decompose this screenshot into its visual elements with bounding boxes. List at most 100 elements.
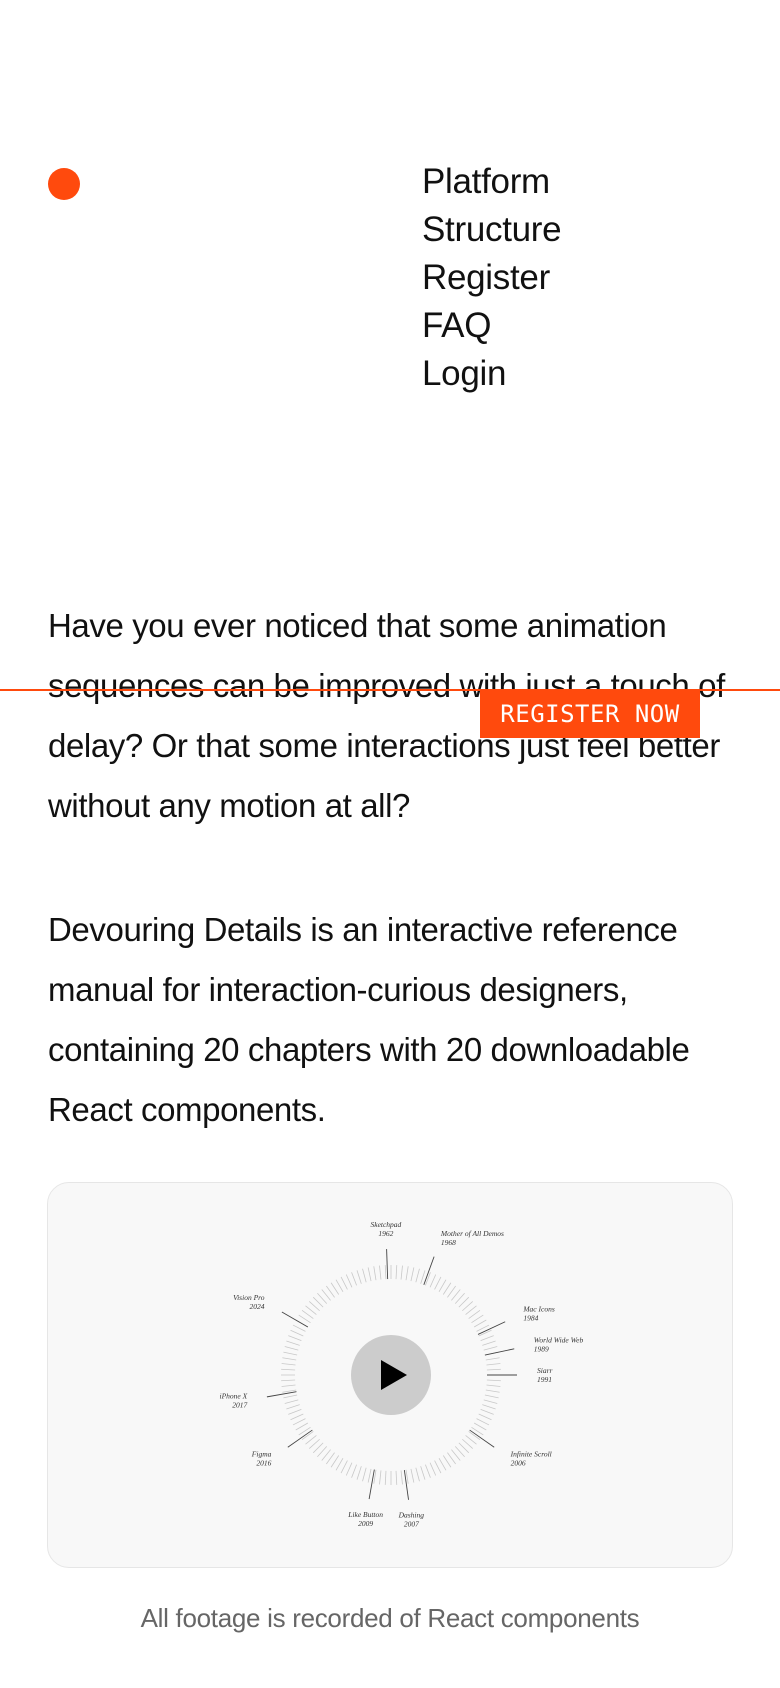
timeline-tick bbox=[321, 1449, 331, 1461]
timeline-event-marker bbox=[484, 1348, 515, 1356]
register-now-button[interactable]: REGISTER NOW bbox=[480, 691, 700, 738]
timeline-event-year: 2007 bbox=[404, 1520, 419, 1529]
timeline-tick bbox=[335, 1279, 344, 1293]
timeline-tick bbox=[379, 1470, 382, 1485]
timeline-tick bbox=[321, 1289, 331, 1301]
timeline-tick bbox=[447, 1285, 456, 1298]
timeline-tick bbox=[335, 1457, 344, 1471]
timeline-tick bbox=[451, 1289, 461, 1301]
nav-item-faq[interactable]: FAQ bbox=[422, 302, 561, 350]
timeline-tick bbox=[476, 1418, 490, 1426]
timeline-tick bbox=[482, 1340, 496, 1346]
timeline-tick bbox=[442, 1282, 452, 1295]
timeline-tick bbox=[442, 1455, 452, 1468]
timeline-tick bbox=[281, 1379, 296, 1382]
timeline-tick bbox=[290, 1329, 304, 1337]
timeline-tick bbox=[308, 1301, 320, 1312]
timeline-tick bbox=[400, 1265, 403, 1280]
timeline-tick bbox=[288, 1335, 302, 1341]
timeline-tick bbox=[326, 1452, 335, 1465]
timeline-tick bbox=[340, 1460, 348, 1474]
timeline-tick bbox=[340, 1276, 348, 1290]
timeline-tick bbox=[473, 1422, 487, 1431]
timeline-tick bbox=[384, 1265, 387, 1280]
timeline-tick bbox=[379, 1265, 382, 1280]
timeline-event-name: Dashing bbox=[398, 1511, 425, 1520]
timeline-event-name: World Wide Web bbox=[534, 1336, 584, 1345]
nav-item-structure[interactable]: Structure bbox=[422, 206, 562, 254]
timeline-tick bbox=[465, 1305, 477, 1315]
timeline-tick bbox=[395, 1470, 398, 1485]
logo-dot-icon[interactable] bbox=[48, 168, 80, 200]
timeline-event-name: Sketchpad bbox=[370, 1220, 401, 1229]
timeline-tick bbox=[483, 1346, 498, 1351]
timeline-tick bbox=[281, 1384, 296, 1387]
timeline-tick bbox=[486, 1363, 501, 1366]
timeline-tick bbox=[286, 1404, 300, 1410]
timeline-event-name: Mother of All Demos bbox=[440, 1229, 504, 1238]
timeline-event-year: 2016 bbox=[256, 1459, 271, 1468]
timeline-tick bbox=[425, 1464, 431, 1478]
timeline-event-year: 1991 bbox=[537, 1375, 552, 1384]
timeline-tick bbox=[485, 1357, 500, 1361]
timeline-tick bbox=[454, 1446, 465, 1458]
timeline-tick bbox=[451, 1449, 461, 1461]
play-icon bbox=[381, 1360, 407, 1390]
timeline-event-year: 1962 bbox=[378, 1229, 393, 1238]
timeline-event-year: 2024 bbox=[250, 1302, 265, 1311]
timeline-event-name: Siarr bbox=[537, 1366, 553, 1375]
video-player[interactable]: Sketchpad 1962 Mother of All Demos 1968 Mac … bbox=[47, 1182, 733, 1568]
timeline-tick bbox=[326, 1285, 335, 1298]
timeline-tick bbox=[345, 1462, 353, 1476]
timeline-tick bbox=[292, 1418, 306, 1426]
timeline-tick bbox=[301, 1310, 314, 1319]
timeline-tick bbox=[458, 1442, 470, 1454]
timeline-tick bbox=[373, 1266, 377, 1281]
timeline-tick bbox=[486, 1384, 501, 1387]
timeline-tick bbox=[438, 1279, 447, 1293]
timeline-tick bbox=[330, 1282, 340, 1295]
timeline-tick bbox=[471, 1314, 484, 1324]
timeline-tick bbox=[484, 1394, 499, 1399]
timeline-event-name: Like Button bbox=[347, 1510, 383, 1519]
timeline-event-marker bbox=[287, 1429, 313, 1448]
nav-item-register[interactable]: Register bbox=[422, 254, 561, 302]
timeline-tick bbox=[468, 1310, 481, 1319]
timeline-tick bbox=[486, 1379, 501, 1382]
timeline-event-name: iPhone X bbox=[220, 1391, 248, 1400]
timeline-event-year: 2006 bbox=[511, 1459, 526, 1468]
timeline-tick bbox=[473, 1319, 487, 1328]
timeline-tick bbox=[284, 1399, 299, 1404]
timeline-tick bbox=[468, 1431, 481, 1440]
timeline-tick bbox=[351, 1272, 357, 1286]
timeline-tick bbox=[454, 1292, 465, 1304]
timeline-event-year: 1989 bbox=[534, 1345, 549, 1354]
nav-item-platform[interactable]: Platform bbox=[422, 158, 561, 206]
timeline-tick bbox=[447, 1452, 456, 1465]
timeline-tick bbox=[290, 1413, 304, 1421]
timeline-tick bbox=[367, 1267, 372, 1282]
timeline-tick bbox=[429, 1274, 437, 1288]
timeline-tick bbox=[405, 1266, 409, 1281]
timeline-tick bbox=[305, 1305, 317, 1315]
timeline-tick bbox=[478, 1413, 492, 1421]
timeline-tick bbox=[462, 1438, 474, 1449]
timeline-tick bbox=[420, 1270, 426, 1284]
timeline-tick bbox=[458, 1296, 470, 1308]
timeline-tick bbox=[420, 1466, 426, 1480]
timeline-tick bbox=[400, 1470, 403, 1485]
play-button[interactable] bbox=[351, 1335, 431, 1415]
nav-item-login[interactable]: Login bbox=[422, 350, 561, 398]
timeline-tick bbox=[480, 1409, 494, 1415]
timeline-tick bbox=[483, 1399, 498, 1404]
timeline-tick bbox=[284, 1346, 299, 1351]
timeline-tick bbox=[330, 1455, 340, 1468]
timeline-tick bbox=[312, 1442, 324, 1454]
timeline-event-marker bbox=[469, 1429, 495, 1448]
timeline-tick bbox=[362, 1467, 367, 1482]
timeline-tick bbox=[410, 1468, 415, 1483]
timeline-event-marker bbox=[281, 1311, 309, 1328]
timeline-event-name: Mac Icons bbox=[522, 1304, 555, 1313]
timeline-tick bbox=[317, 1292, 328, 1304]
timeline-tick bbox=[283, 1351, 298, 1356]
